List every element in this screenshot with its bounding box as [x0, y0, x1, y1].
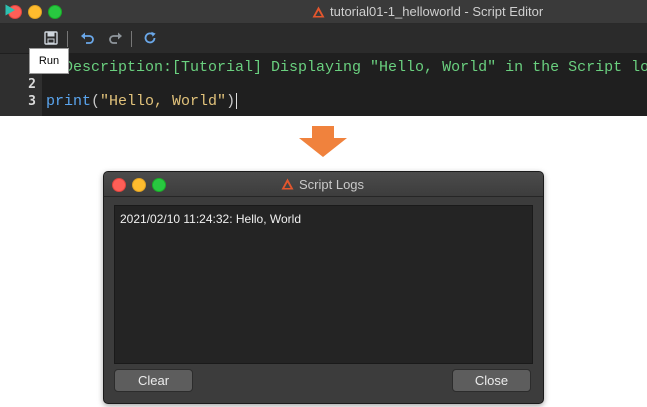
reload-icon: [144, 31, 156, 44]
line-number: 2: [28, 77, 36, 92]
save-button[interactable]: [40, 27, 62, 49]
clear-button[interactable]: Clear: [114, 369, 193, 392]
editor-titlebar: tutorial01-1_helloworld - Script Editor: [0, 0, 647, 24]
editor-title: tutorial01-1_helloworld - Script Editor: [312, 3, 543, 20]
minimize-window-button[interactable]: [132, 178, 146, 192]
zoom-window-button[interactable]: [48, 5, 62, 19]
code-paren: (: [91, 93, 101, 110]
run-tooltip: Run: [29, 48, 69, 74]
down-arrow-icon: [299, 126, 347, 157]
code-function: print: [46, 93, 92, 110]
toolbar-separator: [131, 31, 132, 47]
code-line-3[interactable]: print("Hello, World"): [46, 93, 238, 110]
log-entry: 2021/02/10 11:24:32: Hello, World: [120, 212, 302, 226]
code-comment: --Description:[Tutorial] Displaying "Hel…: [46, 59, 647, 76]
undo-button[interactable]: [76, 27, 98, 49]
save-icon: [44, 31, 58, 45]
minimize-window-button[interactable]: [28, 5, 42, 19]
redo-icon: [108, 32, 122, 44]
script-logs-window: Script Logs 2021/02/10 11:24:32: Hello, …: [103, 171, 544, 404]
run-icon: [5, 4, 15, 16]
app-logo-icon: [281, 178, 294, 190]
logs-title: Script Logs: [281, 175, 364, 193]
reload-button[interactable]: [139, 27, 161, 49]
redo-button[interactable]: [104, 27, 126, 49]
code-string: "Hello, World": [100, 93, 227, 110]
logs-titlebar: Script Logs: [104, 172, 543, 197]
line-number: 3: [28, 94, 36, 109]
zoom-window-button[interactable]: [152, 178, 166, 192]
script-editor-window: tutorial01-1_helloworld - Script Editor: [0, 0, 647, 116]
logs-title-text: Script Logs: [299, 176, 365, 192]
text-caret: [236, 93, 238, 110]
undo-icon: [80, 32, 94, 44]
code-line-1[interactable]: --Description:[Tutorial] Displaying "Hel…: [46, 59, 647, 76]
log-output-area[interactable]: 2021/02/10 11:24:32: Hello, World: [114, 205, 533, 364]
close-window-button[interactable]: [112, 178, 126, 192]
toolbar-separator: [67, 31, 68, 47]
editor-toolbar: [0, 24, 647, 53]
app-logo-icon: [312, 6, 325, 17]
editor-title-text: tutorial01-1_helloworld - Script Editor: [330, 4, 544, 19]
code-paren: ): [226, 93, 236, 110]
close-button[interactable]: Close: [452, 369, 531, 392]
